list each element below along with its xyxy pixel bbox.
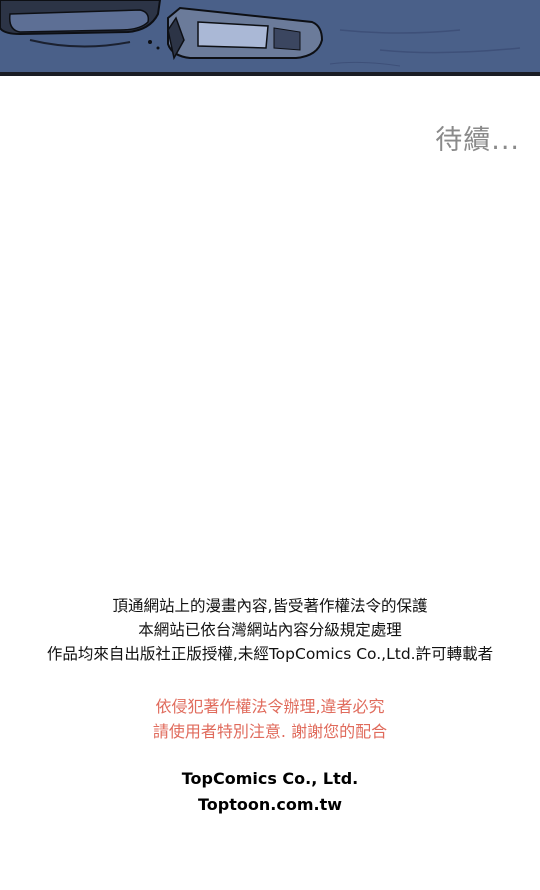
panel-border	[0, 72, 540, 76]
warning-line: 依侵犯著作權法令辦理,違者必究	[155, 697, 385, 716]
comic-panel-illustration	[0, 0, 540, 76]
brand-block: TopComics Co., Ltd. Toptoon.com.tw	[0, 766, 540, 818]
copyright-line: 本網站已依台灣網站內容分級規定處理	[138, 621, 402, 639]
to-be-continued-text: 待續...	[435, 125, 520, 156]
phones-drawing	[0, 0, 540, 76]
copyright-line: 作品均來自出版社正版授權,未經TopComics Co.,Ltd.許可轉載者	[46, 645, 494, 663]
warning-line: 請使用者特別注意. 謝謝您的配合	[152, 722, 388, 741]
copyright-notice: 頂通網站上的漫畫內容,皆受著作權法令的保護 本網站已依台灣網站內容分級規定處理 …	[0, 594, 540, 666]
warning-notice: 依侵犯著作權法令辦理,違者必究 請使用者特別注意. 謝謝您的配合	[0, 694, 540, 744]
brand-company: TopComics Co., Ltd.	[181, 769, 359, 788]
brand-website: Toptoon.com.tw	[198, 795, 342, 814]
copyright-line: 頂通網站上的漫畫內容,皆受著作權法令的保護	[112, 597, 428, 615]
